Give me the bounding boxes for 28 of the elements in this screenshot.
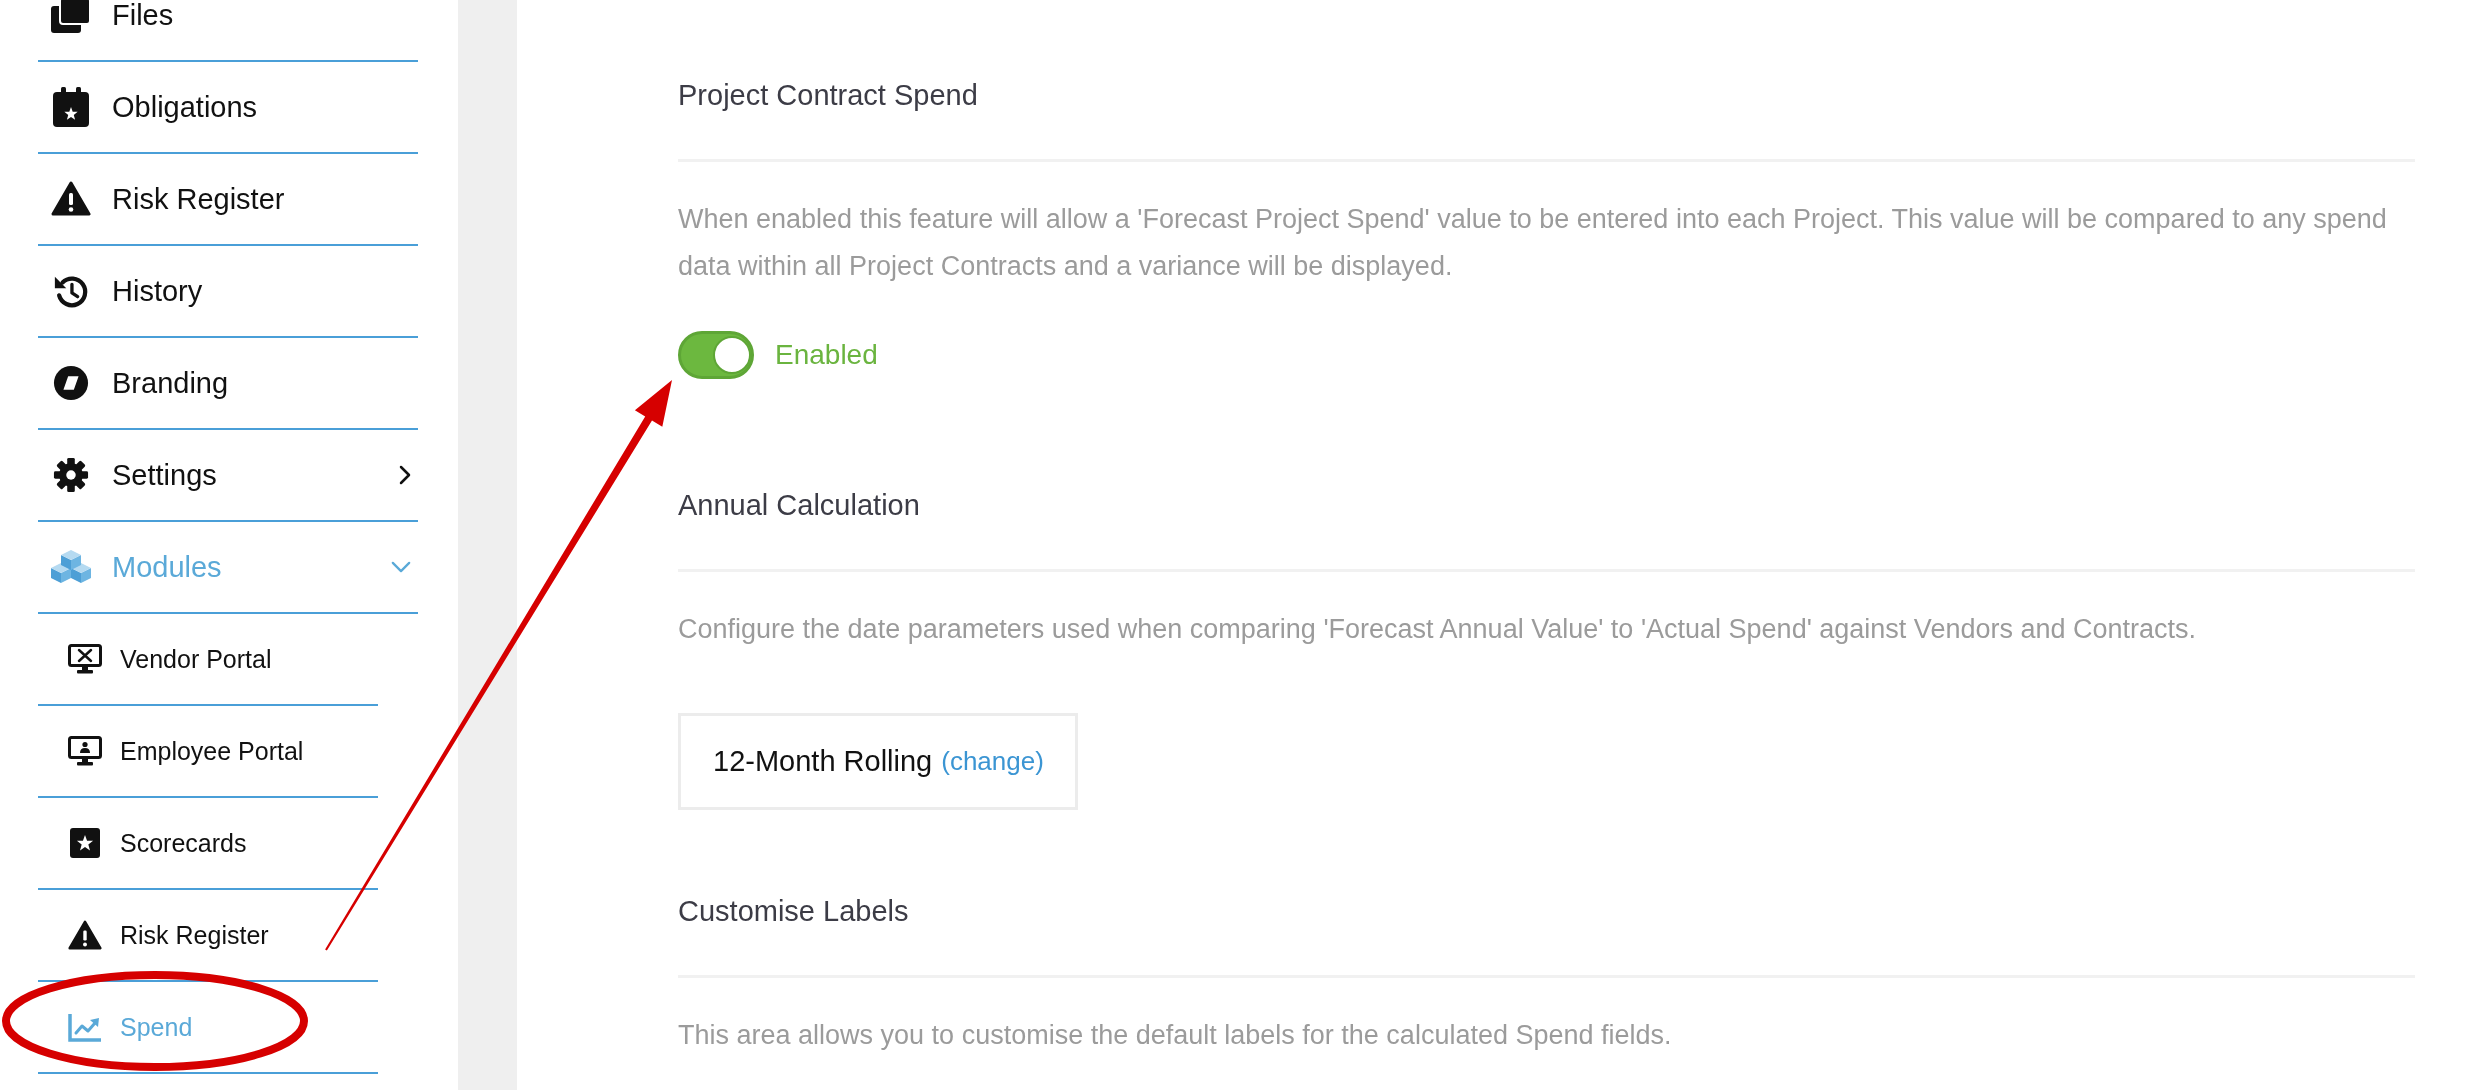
monitor-person-icon: [68, 736, 102, 766]
cubes-icon: [51, 550, 91, 584]
sidebar-item[interactable]: Risk Register: [38, 154, 418, 246]
calendar-star-icon: [53, 87, 89, 127]
section-heading: Customise Labels: [678, 894, 910, 929]
sidebar-subitem[interactable]: Employee Portal: [38, 706, 378, 798]
warning-icon: [68, 919, 102, 951]
sidebar-item[interactable]: History: [38, 246, 418, 338]
toggle-switch[interactable]: [678, 331, 754, 379]
line-chart-icon: [68, 1012, 102, 1042]
toggle-label: Enabled: [775, 339, 878, 371]
sidebar-item[interactable]: Settings: [38, 430, 418, 522]
settings-icon: [53, 457, 89, 493]
star-square-icon: [70, 828, 100, 858]
warning-icon: [51, 181, 91, 217]
section-heading: Project Contract Spend: [678, 78, 979, 113]
sidebar-subitem[interactable]: Scorecards: [38, 798, 378, 890]
parallelogram-circle-icon: [53, 365, 89, 401]
monitor-tools-icon: [68, 644, 102, 674]
sidebar-subitem[interactable]: Vendor Portal: [38, 614, 378, 706]
section-heading: Annual Calculation: [678, 488, 921, 523]
sidebar-item[interactable]: Obligations: [38, 62, 418, 154]
setting-value: 12-Month Rolling: [713, 745, 933, 778]
sidebar-item[interactable]: Files: [38, 0, 418, 62]
sidebar-item[interactable]: Branding: [38, 338, 418, 430]
section-description: This area allows you to customise the default labels for the calculated Spend fields.: [678, 1019, 1673, 1052]
section-description: When enabled this feature will allow a 'Forecast Project Spend' value to be entered into each Project. This value will be compared to any spend data within all Project Contracts and a variance will be displayed.: [678, 203, 2388, 283]
section-description: Configure the date parameters used when comparing 'Forecast Annual Value' to 'Actual Spend' against Vendors and Contracts.: [678, 613, 2198, 646]
